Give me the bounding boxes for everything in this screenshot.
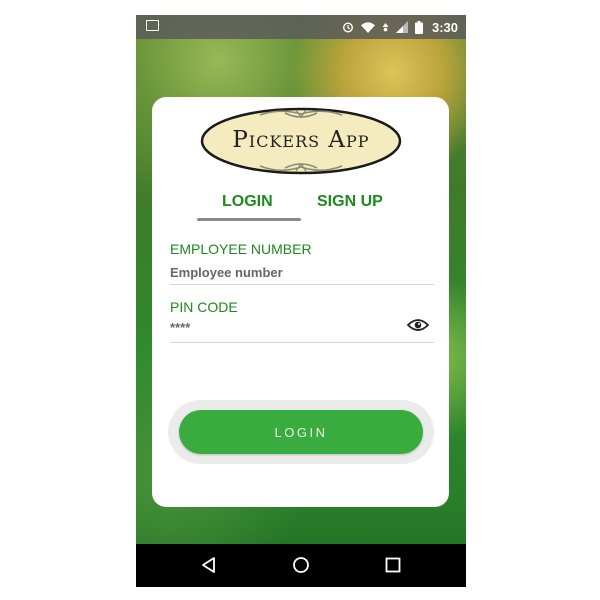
login-button-container: LOGIN [168,400,434,464]
pin-code-label: PIN CODE [170,299,238,315]
home-icon[interactable] [292,556,310,574]
tab-signup[interactable]: SIGN UP [317,193,383,211]
battery-icon [414,20,423,34]
recents-icon[interactable] [384,556,402,574]
active-tab-indicator [197,218,301,221]
eye-icon[interactable] [407,318,429,332]
tab-login[interactable]: LOGIN [222,193,273,211]
employee-number-label: EMPLOYEE NUMBER [170,241,312,257]
image-icon [146,20,159,31]
login-button[interactable]: LOGIN [179,410,423,454]
auth-tabs: LOGIN SIGN UP [197,193,407,221]
login-card: Pickers App LOGIN SIGN UP EMPLOYEE NUMBE… [152,97,449,507]
data-icon [382,22,389,31]
employee-number-input[interactable] [170,261,432,283]
phone-screen: 3:30 Pickers App LOGIN SIGN UP EMPLOYEE … [136,15,466,587]
status-time: 3:30 [431,19,458,35]
back-icon[interactable] [200,556,218,574]
pin-code-input[interactable] [170,316,400,338]
android-nav-bar [136,544,466,587]
alarm-icon [342,22,353,33]
signal-icon [395,21,408,33]
status-icons: 3:30 [342,15,458,39]
app-logo: Pickers App [200,105,402,175]
employee-number-underline [170,284,434,285]
wifi-icon [360,21,375,33]
pin-code-underline [170,342,434,343]
logo-text: Pickers App [232,127,370,153]
status-bar: 3:30 [136,15,466,39]
